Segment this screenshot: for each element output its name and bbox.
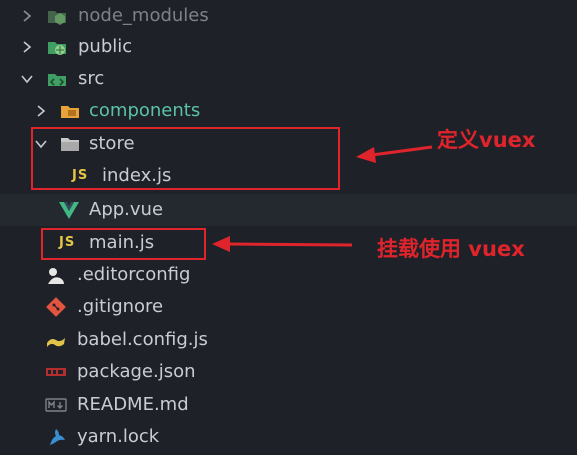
chevron-right-icon[interactable] [20,9,34,23]
tree-item-editorconfig[interactable]: .editorconfig [0,259,577,291]
store-highlight-box [31,127,340,190]
vue-file-icon [59,202,79,219]
tree-item-components[interactable]: components [0,95,577,127]
tree-item-babel-config[interactable]: babel.config.js [0,324,577,356]
yarn-file-icon [50,429,65,445]
tree-item-label: node_modules [78,5,209,26]
tree-item-label: public [78,36,133,57]
annotation-main-js: 挂载使用 vuex [377,237,525,261]
tree-item-label: README.md [77,394,189,415]
tree-item-label: .editorconfig [77,264,191,285]
src-folder-icon [48,74,66,86]
npm-file-icon [46,368,66,376]
git-file-icon [46,297,66,317]
tree-item-public[interactable]: public [0,31,577,63]
annotation-store: 定义vuex [437,128,536,152]
tree-item-gitignore[interactable]: .gitignore [0,291,577,323]
tree-item-node-modules[interactable]: node_modules [0,0,577,32]
chevron-down-icon[interactable] [20,72,34,86]
main-js-highlight-box [41,228,206,260]
tree-item-label: components [89,100,201,121]
markdown-file-icon [45,398,67,412]
chevron-right-icon[interactable] [20,40,34,54]
tree-item-src[interactable]: src [0,63,577,95]
chevron-right-icon[interactable] [34,104,48,118]
tree-item-readme[interactable]: README.md [0,389,577,421]
tree-item-label: App.vue [89,199,164,220]
tree-item-package-json[interactable]: package.json [0,356,577,388]
babel-file-icon [47,338,65,347]
tree-item-label: yarn.lock [77,426,160,447]
tree-item-label: src [78,68,105,89]
node-folder-icon [48,11,66,25]
tree-item-label: package.json [77,361,196,382]
public-folder-icon [48,42,66,55]
tree-item-app-vue[interactable]: App.vue [0,194,577,226]
tree-item-yarn-lock[interactable]: yarn.lock [0,421,577,453]
tree-item-label: babel.config.js [77,329,208,350]
tree-item-label: .gitignore [77,296,164,317]
components-folder-icon [61,106,79,118]
editorconfig-file-icon [48,268,64,284]
